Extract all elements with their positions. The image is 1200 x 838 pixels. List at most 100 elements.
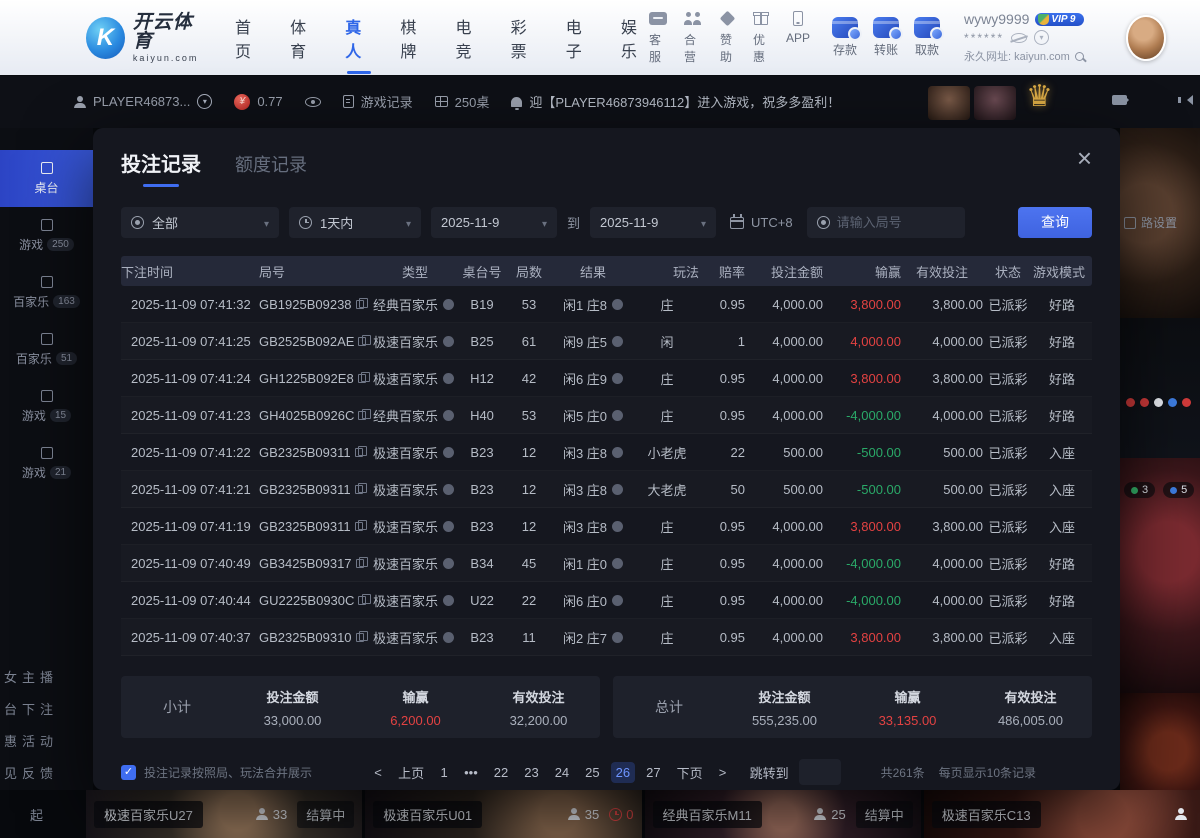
nav-item[interactable]: 体育 <box>290 8 318 68</box>
quick-link[interactable]: 客服 <box>649 10 667 65</box>
info-icon[interactable] <box>443 632 454 643</box>
jump-page-input[interactable] <box>799 759 841 785</box>
table-tile[interactable]: 极速百家乐U27 33 结算中 <box>86 790 362 838</box>
table-tile[interactable]: 极速百家乐C13 <box>924 790 1200 838</box>
sidebar-item[interactable]: 桌台 <box>0 150 93 207</box>
page-button[interactable]: 1 <box>435 762 453 783</box>
balance-visibility-toggle[interactable] <box>305 97 321 107</box>
info-icon[interactable] <box>443 558 454 569</box>
info-icon[interactable] <box>443 373 454 384</box>
copy-icon[interactable] <box>355 448 363 457</box>
copy-icon[interactable] <box>358 374 366 383</box>
date-from-select[interactable]: 2025-11-9 <box>431 207 557 238</box>
nav-item[interactable]: 棋牌 <box>400 8 428 68</box>
dealer-video-thumbnail[interactable] <box>1120 693 1200 790</box>
page-button[interactable]: 上页 <box>393 760 429 785</box>
sound-toggle-icon[interactable] <box>1182 95 1193 105</box>
page-button[interactable]: 26 <box>611 762 635 783</box>
search-icon[interactable] <box>1075 52 1084 61</box>
page-button[interactable]: 27 <box>641 762 665 783</box>
quick-link[interactable]: 优惠 <box>753 10 769 65</box>
table-row[interactable]: 2025-11-09 07:41:19 GB2325B09311 极速百家乐 B… <box>121 508 1092 545</box>
result-detail-icon[interactable] <box>612 336 623 347</box>
wallet-link[interactable]: 转账 <box>873 17 899 58</box>
modal-tab[interactable]: 额度记录 <box>235 151 307 187</box>
table-row[interactable]: 2025-11-09 07:40:37 GB2325B09310 极速百家乐 B… <box>121 619 1092 656</box>
table-tile[interactable]: 极速百家乐U01 35 0 <box>365 790 641 838</box>
table-row[interactable]: 2025-11-09 07:41:25 GB2525B092AE 极速百家乐 B… <box>121 323 1092 360</box>
wallet-link[interactable]: 取款 <box>914 17 940 58</box>
road-settings-link[interactable]: 路设置 <box>1124 214 1177 231</box>
table-tile[interactable]: 经典百家乐M11 25 结算中 <box>645 790 921 838</box>
copy-icon[interactable] <box>355 485 363 494</box>
nav-item[interactable]: 电竞 <box>455 8 483 68</box>
page-button[interactable]: 22 <box>489 762 513 783</box>
sidebar-item[interactable]: 游戏 15 <box>0 378 93 435</box>
copy-icon[interactable] <box>356 300 364 309</box>
timezone-display[interactable]: UTC+8 <box>726 215 797 230</box>
result-detail-icon[interactable] <box>612 299 623 310</box>
wallet-link[interactable]: 存款 <box>832 17 858 58</box>
page-button[interactable]: ••• <box>459 762 483 783</box>
tables-count-link[interactable]: 250桌 <box>435 92 490 111</box>
sidebar-item[interactable]: 游戏 250 <box>0 207 93 264</box>
page-button[interactable]: 25 <box>580 762 604 783</box>
sidebar-item[interactable]: 百家乐 163 <box>0 264 93 321</box>
nav-item[interactable]: 彩票 <box>511 8 539 68</box>
brand-logo[interactable]: K 开云体育 kaiyun.com <box>86 13 207 63</box>
time-range-select[interactable]: 1天内 <box>289 207 421 238</box>
page-button[interactable]: 23 <box>519 762 543 783</box>
table-row[interactable]: 2025-11-09 07:41:23 GH4025B0926C 经典百家乐 H… <box>121 397 1092 434</box>
result-detail-icon[interactable] <box>612 373 623 384</box>
copy-icon[interactable] <box>356 559 364 568</box>
page-button[interactable]: < <box>369 762 387 783</box>
info-icon[interactable] <box>443 484 454 495</box>
copy-icon[interactable] <box>358 596 366 605</box>
result-detail-icon[interactable] <box>612 558 623 569</box>
game-records-link[interactable]: 游戏记录 <box>343 92 413 111</box>
date-to-select[interactable]: 2025-11-9 <box>590 207 716 238</box>
user-avatar[interactable] <box>1126 15 1166 61</box>
info-icon[interactable] <box>443 595 454 606</box>
merge-checkbox[interactable] <box>121 765 136 780</box>
page-button[interactable]: > <box>714 762 732 783</box>
page-button[interactable]: 下页 <box>672 760 708 785</box>
result-detail-icon[interactable] <box>612 632 623 643</box>
modal-tab[interactable]: 投注记录 <box>121 148 201 187</box>
sidebar-item[interactable]: 游戏 21 <box>0 435 93 492</box>
page-button[interactable]: 24 <box>550 762 574 783</box>
nav-item[interactable]: 电子 <box>566 8 594 68</box>
sidebar-link[interactable]: 女主播 <box>4 667 93 686</box>
search-button[interactable]: 查询 <box>1018 207 1092 238</box>
video-toggle-icon[interactable] <box>1112 95 1127 105</box>
eye-off-icon[interactable] <box>1011 33 1027 43</box>
info-icon[interactable] <box>443 299 454 310</box>
info-icon[interactable] <box>443 410 454 421</box>
player-dropdown-icon[interactable] <box>197 94 212 109</box>
result-detail-icon[interactable] <box>612 484 623 495</box>
copy-icon[interactable] <box>358 337 366 346</box>
table-row[interactable]: 2025-11-09 07:40:49 GB3425B09317 极速百家乐 B… <box>121 545 1092 582</box>
sidebar-item[interactable]: 百家乐 51 <box>0 321 93 378</box>
table-row[interactable]: 2025-11-09 07:41:21 GB2325B09311 极速百家乐 B… <box>121 471 1092 508</box>
result-detail-icon[interactable] <box>612 410 623 421</box>
user-dropdown-icon[interactable] <box>1034 30 1049 45</box>
table-row[interactable]: 2025-11-09 07:41:22 GB2325B09311 极速百家乐 B… <box>121 434 1092 471</box>
table-row[interactable]: 2025-11-09 07:40:44 GU2225B0930C 极速百家乐 U… <box>121 582 1092 619</box>
result-detail-icon[interactable] <box>612 521 623 532</box>
info-icon[interactable] <box>443 336 454 347</box>
nav-item[interactable]: 真人 <box>345 8 373 68</box>
table-row[interactable]: 2025-11-09 07:41:32 GB1925B09238 经典百家乐 B… <box>121 286 1092 323</box>
round-input[interactable] <box>837 215 947 230</box>
copy-icon[interactable] <box>356 633 364 642</box>
result-detail-icon[interactable] <box>612 595 623 606</box>
info-icon[interactable] <box>443 521 454 532</box>
info-icon[interactable] <box>443 447 454 458</box>
category-select[interactable]: 全部 <box>121 207 279 238</box>
sidebar-link[interactable]: 惠活动 <box>4 731 93 750</box>
close-icon[interactable] <box>1077 148 1092 173</box>
sidebar-link[interactable]: 台下注 <box>4 699 93 718</box>
copy-icon[interactable] <box>358 411 366 420</box>
quick-link[interactable]: APP <box>786 10 810 65</box>
quick-link[interactable]: 合营 <box>684 10 703 65</box>
